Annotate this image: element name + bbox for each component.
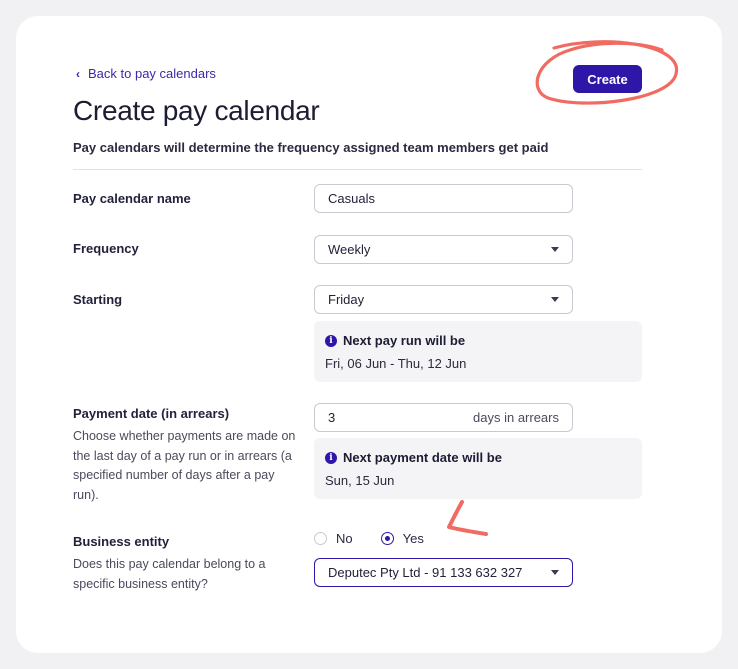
payment-days-input[interactable]: 3 days in arrears: [314, 403, 573, 432]
pay-calendar-name-label: Pay calendar name: [73, 191, 191, 206]
payment-date-help: Choose whether payments are made on the …: [73, 429, 296, 502]
next-pay-run-title: i Next pay run will be: [325, 333, 631, 348]
frequency-value: Weekly: [328, 242, 371, 257]
pay-calendar-name-input[interactable]: Casuals: [314, 184, 573, 213]
starting-select[interactable]: Friday: [314, 285, 573, 314]
business-entity-value: Deputec Pty Ltd - 91 133 632 327: [328, 565, 523, 580]
divider: [73, 169, 642, 170]
radio-no-label: No: [336, 531, 353, 546]
payment-date-label: Payment date (in arrears): [73, 406, 230, 421]
back-link-label: Back to pay calendars: [88, 66, 216, 81]
payment-days-value: 3: [328, 410, 336, 425]
radio-option-yes[interactable]: Yes: [380, 531, 424, 546]
business-entity-label: Business entity: [73, 534, 170, 549]
radio-option-no[interactable]: No: [314, 531, 353, 546]
next-payment-date-title: i Next payment date will be: [325, 450, 631, 465]
next-payment-date-value: Sun, 15 Jun: [325, 473, 395, 488]
business-entity-select[interactable]: Deputec Pty Ltd - 91 133 632 327: [314, 558, 573, 587]
caret-down-icon: [551, 570, 559, 575]
radio-yes-indicator[interactable]: [380, 532, 394, 545]
next-pay-run-value: Fri, 06 Jun - Thu, 12 Jun: [325, 356, 467, 371]
next-pay-run-info: i Next pay run will be Fri, 06 Jun - Thu…: [314, 321, 642, 382]
info-icon: i: [325, 334, 337, 347]
radio-no-indicator[interactable]: [314, 532, 327, 545]
info-icon: i: [325, 451, 337, 464]
back-to-pay-calendars-link[interactable]: ‹ Back to pay calendars: [76, 66, 216, 81]
caret-down-icon: [551, 247, 559, 252]
page-title: Create pay calendar: [73, 95, 320, 126]
next-payment-date-title-text: Next payment date will be: [343, 450, 502, 465]
chevron-left-icon: ‹: [76, 66, 80, 81]
frequency-select[interactable]: Weekly: [314, 235, 573, 264]
radio-yes-label: Yes: [402, 531, 424, 546]
next-payment-date-info: i Next payment date will be Sun, 15 Jun: [314, 438, 642, 499]
frequency-label: Frequency: [73, 241, 139, 256]
starting-value: Friday: [328, 292, 365, 307]
page-subtitle: Pay calendars will determine the frequen…: [73, 140, 549, 155]
payment-days-suffix: days in arrears: [473, 410, 559, 425]
starting-label: Starting: [73, 292, 123, 307]
caret-down-icon: [551, 297, 559, 302]
pay-calendar-name-value: Casuals: [328, 191, 375, 206]
business-entity-radio-group: No Yes: [314, 531, 424, 546]
business-entity-help: Does this pay calendar belong to a speci…: [73, 557, 266, 591]
next-pay-run-title-text: Next pay run will be: [343, 333, 466, 348]
create-button[interactable]: Create: [573, 65, 642, 93]
